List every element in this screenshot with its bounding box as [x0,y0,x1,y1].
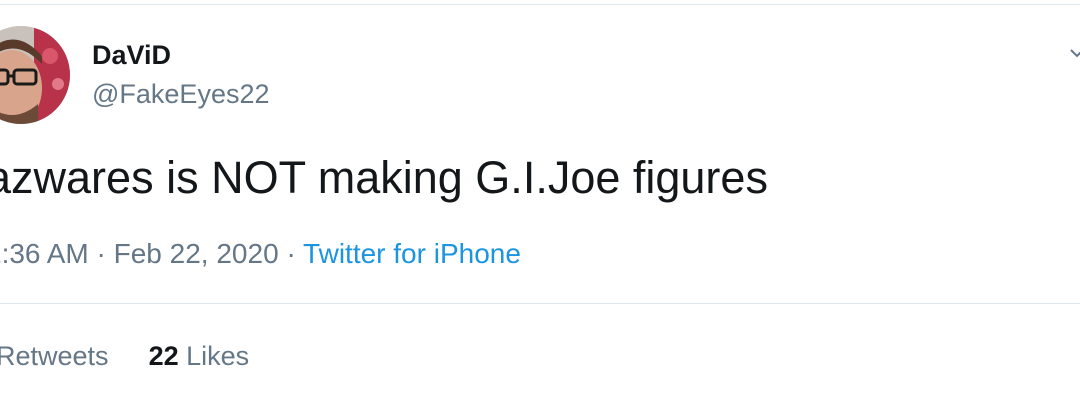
avatar[interactable] [0,26,70,124]
likes-count: 22 [148,341,179,371]
stats-divider [0,303,1080,304]
top-divider [0,4,1080,5]
tweet-text: azwares is NOT making G.I.Joe figures [0,152,768,203]
tweet-source-link[interactable]: Twitter for iPhone [303,238,521,269]
likes-stat[interactable]: 22 Likes [149,341,250,371]
tweet-meta: 1:36 AM · Feb 22, 2020 · Twitter for iPh… [0,235,521,273]
meta-separator: · [286,238,296,269]
retweets-label: Retweets [0,341,109,371]
tweet-date[interactable]: Feb 22, 2020 [114,238,279,269]
author-handle[interactable]: @FakeEyes22 [92,77,270,111]
likes-label: Likes [186,341,250,371]
retweets-stat[interactable]: Retweets [0,341,109,371]
tweet-time[interactable]: 1:36 AM [0,238,89,269]
chevron-down-icon[interactable] [1068,44,1080,62]
tweet-stats: Retweets 22 Likes [0,337,249,375]
meta-separator: · [96,238,106,269]
author-display-name[interactable]: DaViD [92,38,171,72]
